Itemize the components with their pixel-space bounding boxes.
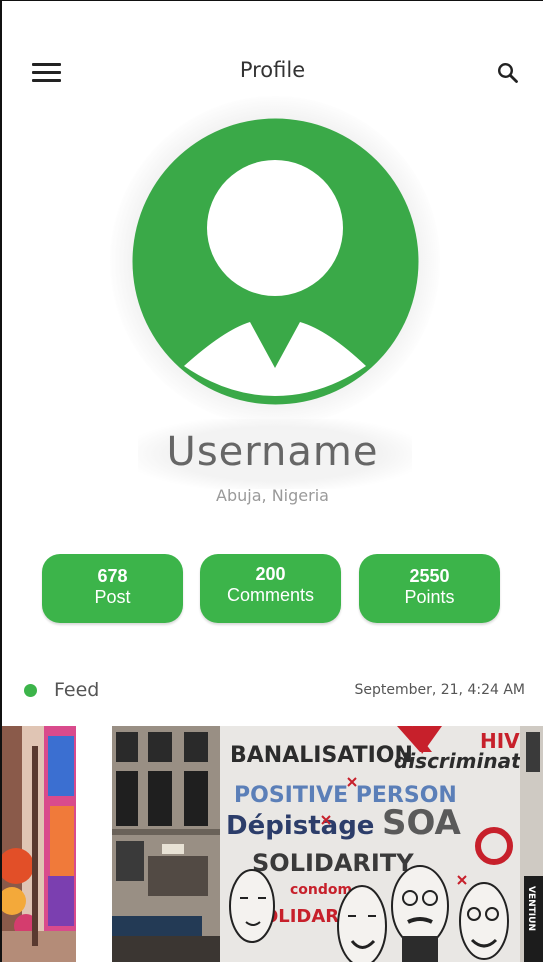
stat-label: Post xyxy=(94,587,131,607)
mural-word: BANALISATION xyxy=(230,743,413,768)
search-icon[interactable] xyxy=(497,62,519,84)
profile-screen: Profile Username Abuja, Nigeria 678 Post… xyxy=(0,0,543,962)
feed-header: Feed September, 21, 4:24 AM xyxy=(2,676,543,706)
feed-label: Feed xyxy=(54,679,100,701)
stat-value: 200 xyxy=(255,564,286,584)
page-title: Profile xyxy=(239,58,306,82)
feed-timestamp: September, 21, 4:24 AM xyxy=(354,682,525,698)
feed-image-mural[interactable]: BANALISATION discriminat HIV POSITIVE PE… xyxy=(112,726,543,962)
user-avatar-icon[interactable] xyxy=(132,118,419,405)
feed-status-dot xyxy=(24,684,37,697)
stat-points-button[interactable]: 2550 Points xyxy=(359,554,500,623)
stat-comments-button[interactable]: 200 Comments xyxy=(200,554,341,623)
stat-post-button[interactable]: 678 Post xyxy=(42,554,183,623)
mural-word: Dépistage xyxy=(226,811,374,841)
mural-word: HIV xyxy=(480,729,520,753)
stat-value: 2550 xyxy=(409,566,450,586)
mural-word: SOLIDARITY xyxy=(252,849,414,877)
stat-label: Comments xyxy=(226,585,315,605)
stat-label: Points xyxy=(404,587,455,607)
username: Username xyxy=(166,429,379,475)
mural-word: VENTIUN xyxy=(526,886,536,931)
stat-value: 678 xyxy=(97,566,128,586)
user-location: Abuja, Nigeria xyxy=(216,486,329,505)
mural-word: SOA xyxy=(382,803,461,843)
feed-image-thumbnail[interactable] xyxy=(2,726,76,962)
mural-word: condom xyxy=(290,882,352,898)
